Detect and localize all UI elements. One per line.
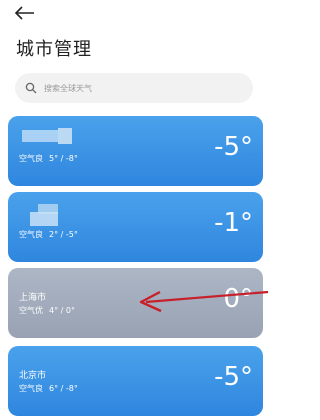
city-management-page: 城市管理 空气良 5° / -8° -5° 空气良 2° / -5° -1° 上海市… <box>0 0 270 420</box>
city-name: 北京市 <box>19 371 47 381</box>
temp-range: 6° / -8° <box>49 384 78 393</box>
search-icon <box>25 82 37 94</box>
blurred-city-name-block <box>58 128 72 144</box>
city-card[interactable]: 北京市 空气良 6° / -8° -5° <box>8 346 263 416</box>
blurred-city-name <box>30 212 58 226</box>
city-name: 上海市 <box>19 293 47 303</box>
air-quality: 空气良 <box>19 384 43 393</box>
search-bar[interactable] <box>15 73 253 103</box>
back-arrow-icon[interactable] <box>14 6 36 20</box>
city-card[interactable]: 空气良 2° / -5° -1° <box>8 192 263 262</box>
current-temp: 0° <box>223 284 253 314</box>
air-quality: 空气良 <box>19 154 43 163</box>
city-card-selected[interactable]: 上海市 空气优 4° / 0° 0° <box>8 268 263 338</box>
blurred-city-name <box>22 130 58 142</box>
temp-range: 2° / -5° <box>49 230 78 239</box>
search-input[interactable] <box>44 83 234 93</box>
air-quality: 空气良 <box>19 230 43 239</box>
city-weather-info: 空气良 5° / -8° <box>19 153 78 164</box>
city-weather-info: 空气良 6° / -8° <box>19 383 78 394</box>
city-weather-info: 空气优 4° / 0° <box>19 305 75 316</box>
current-temp: -5° <box>214 132 253 162</box>
city-card[interactable]: 空气良 5° / -8° -5° <box>8 116 263 186</box>
current-temp: -1° <box>214 208 253 238</box>
page-title: 城市管理 <box>16 39 92 60</box>
temp-range: 4° / 0° <box>49 306 75 315</box>
current-temp: -5° <box>214 362 253 392</box>
temp-range: 5° / -8° <box>49 154 78 163</box>
city-weather-info: 空气良 2° / -5° <box>19 229 78 240</box>
blurred-city-name-block <box>38 204 58 214</box>
air-quality: 空气优 <box>19 306 43 315</box>
